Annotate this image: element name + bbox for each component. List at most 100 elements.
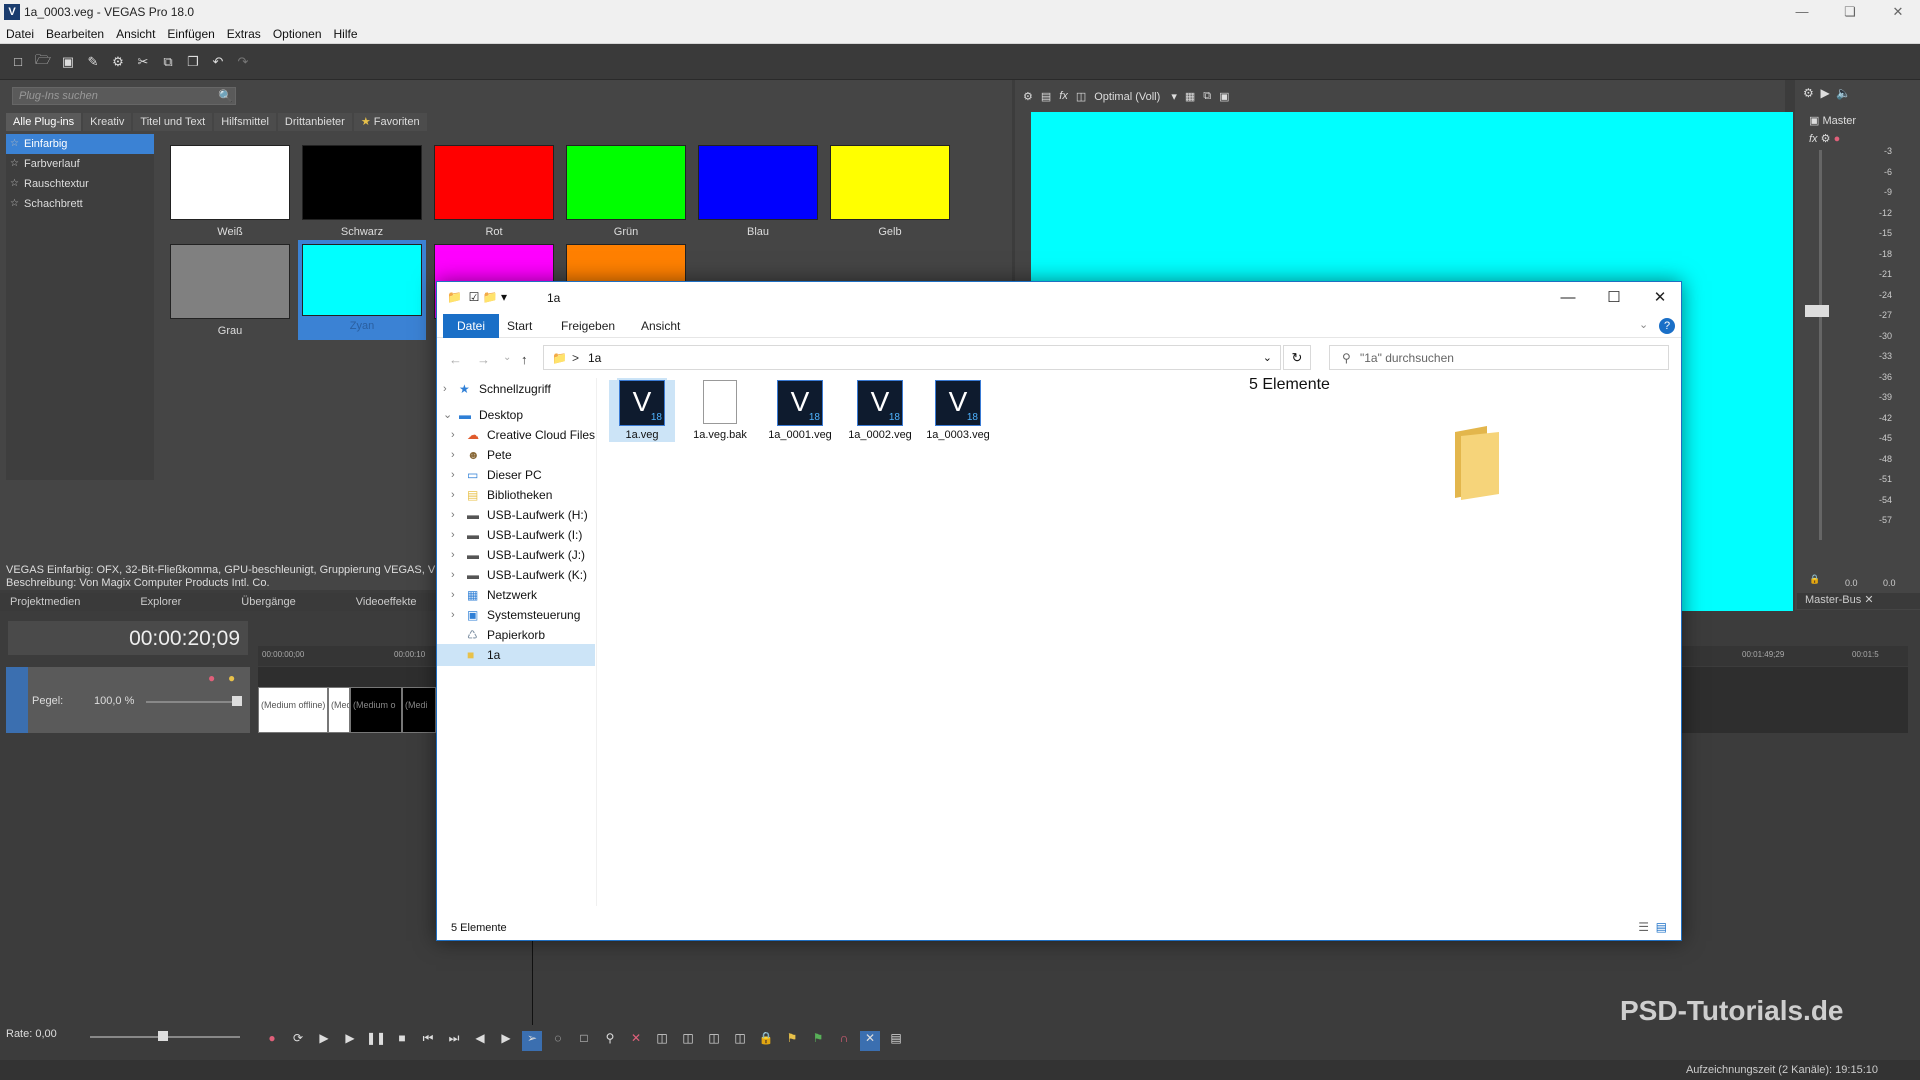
tree-item[interactable]: › ▤ Bibliotheken xyxy=(437,484,595,506)
ribbon-tab-start[interactable]: Start xyxy=(493,314,546,338)
chevron-right-icon[interactable]: › xyxy=(451,584,455,606)
chevron-down-icon[interactable]: ▾ xyxy=(501,290,507,304)
master-bus-tab[interactable]: Master-Bus ✕ xyxy=(1797,593,1920,609)
video-track-header[interactable]: ● ● Pegel: 100,0 % xyxy=(6,667,250,733)
split-screen-icon[interactable]: ◫ xyxy=(1076,90,1086,103)
menu-hilfe[interactable]: Hilfe xyxy=(334,27,358,41)
tree-item[interactable]: ⌄ ▬ Desktop xyxy=(437,404,595,426)
tree-item[interactable]: ♺ Papierkorb xyxy=(437,624,595,646)
chevron-right-icon[interactable]: › xyxy=(443,378,447,400)
tab-titel-und-text[interactable]: Titel und Text xyxy=(133,113,213,131)
preset-rot[interactable]: Rot xyxy=(434,145,554,241)
tab-projektmedien[interactable]: Projektmedien xyxy=(0,594,90,610)
tree-item[interactable]: › ☁ Creative Cloud Files xyxy=(437,424,595,446)
menu-bearbeiten[interactable]: Bearbeiten xyxy=(46,27,104,41)
auto-crossfade-icon[interactable]: ✕ xyxy=(860,1031,880,1051)
tab-alle-plugins[interactable]: Alle Plug-ins xyxy=(6,113,82,131)
zoom-tool-icon[interactable]: ⚲ xyxy=(600,1031,620,1051)
search-input[interactable]: ⚲ "1a" durchsuchen xyxy=(1329,345,1669,370)
tab-uebergaenge[interactable]: Übergänge xyxy=(231,594,305,610)
tree-item[interactable]: › ☻ Pete xyxy=(437,444,595,466)
preset-grau[interactable]: Grau xyxy=(170,244,290,340)
ribbon-tab-datei[interactable]: Datei xyxy=(443,314,500,338)
clip[interactable]: (Medium offline) xyxy=(258,687,328,733)
chevron-right-icon[interactable]: › xyxy=(451,564,455,586)
chevron-right-icon[interactable]: › xyxy=(451,424,455,446)
pause-icon[interactable]: ❚❚ xyxy=(366,1031,386,1051)
selection-tool-icon[interactable]: □ xyxy=(574,1031,594,1051)
stop-icon[interactable]: ■ xyxy=(392,1031,412,1051)
breadcrumb-1a[interactable]: 1a xyxy=(588,351,601,365)
go-to-end-icon[interactable]: ⏭ xyxy=(444,1031,464,1051)
chevron-down-icon[interactable]: ⌄ xyxy=(1263,351,1272,364)
open-icon[interactable]: 🗁 xyxy=(33,52,53,72)
chevron-right-icon[interactable]: › xyxy=(451,524,455,546)
chevron-right-icon[interactable]: › xyxy=(451,464,455,486)
render-icon[interactable]: ✎ xyxy=(83,52,103,72)
preset-blau[interactable]: Blau xyxy=(698,145,818,241)
save-icon[interactable]: ▣ xyxy=(58,52,78,72)
undo-icon[interactable]: ↶ xyxy=(208,52,228,72)
next-frame-icon[interactable]: ▶ xyxy=(496,1031,516,1051)
tab-favoriten[interactable]: ★ Favoriten xyxy=(353,113,427,131)
preset-gruen[interactable]: Grün xyxy=(566,145,686,241)
tree-item[interactable]: › ▬ USB-Laufwerk (H:) xyxy=(437,504,595,526)
cut-icon[interactable]: ✂ xyxy=(133,52,153,72)
fx-icon[interactable]: fx xyxy=(1059,90,1068,102)
up-icon[interactable]: ↑ xyxy=(521,352,528,367)
back-icon[interactable]: ← xyxy=(449,352,462,367)
grid-icon[interactable]: ▦ xyxy=(1185,90,1195,103)
record-icon[interactable]: ● xyxy=(262,1031,282,1051)
forward-icon[interactable]: → xyxy=(477,352,490,367)
file-item[interactable]: V 18 1a.veg xyxy=(609,378,675,442)
menu-datei[interactable]: Datei xyxy=(6,27,34,41)
tree-item[interactable]: › ▬ USB-Laufwerk (J:) xyxy=(437,544,595,566)
recent-chevron-icon[interactable]: ⌄ xyxy=(503,352,511,363)
preset-schwarz[interactable]: Schwarz xyxy=(302,145,422,241)
preset-weiss[interactable]: Weiß xyxy=(170,145,290,241)
minimize-button[interactable]: — xyxy=(1545,282,1591,314)
plugin-item-einfarbig[interactable]: ☆ Einfarbig xyxy=(6,134,154,154)
lock-icon[interactable]: 🔒 xyxy=(756,1031,776,1051)
clip[interactable]: (Med xyxy=(328,687,350,733)
copy-icon[interactable]: ⧉ xyxy=(158,52,178,72)
region-icon[interactable]: ⚑ xyxy=(808,1031,828,1051)
external-monitor-icon[interactable]: ▤ xyxy=(1041,90,1051,103)
chevron-right-icon[interactable]: › xyxy=(451,444,455,466)
level-slider-handle[interactable] xyxy=(232,696,242,706)
paste-icon[interactable]: ❐ xyxy=(183,52,203,72)
close-button[interactable]: ✕ xyxy=(1882,2,1914,22)
tab-drittanbieter[interactable]: Drittanbieter xyxy=(277,113,352,131)
plugin-item-schachbrett[interactable]: ☆ Schachbrett xyxy=(6,194,154,214)
tab-hilfsmittel[interactable]: Hilfsmittel xyxy=(214,113,276,131)
chevron-right-icon[interactable]: › xyxy=(451,484,455,506)
tree-item[interactable]: › ▬ USB-Laufwerk (K:) xyxy=(437,564,595,586)
ribbon-tab-freigeben[interactable]: Freigeben xyxy=(547,314,629,338)
minimize-button[interactable]: — xyxy=(1786,2,1818,22)
plugin-item-farbverlauf[interactable]: ☆ Farbverlauf xyxy=(6,154,154,174)
close-icon[interactable]: ✕ xyxy=(1864,594,1873,606)
lock-icon[interactable]: 🔒 xyxy=(1809,574,1820,585)
tree-item[interactable]: › ★ Schnellzugriff xyxy=(437,378,595,400)
trim-icon[interactable]: ◫ xyxy=(652,1031,672,1051)
tree-item[interactable]: › ▭ Dieser PC xyxy=(437,464,595,486)
tab-videoeffekte[interactable]: Videoeffekte xyxy=(346,594,427,610)
plugin-item-rauschtextur[interactable]: ☆ Rauschtextur xyxy=(6,174,154,194)
ripple-icon[interactable]: ▤ xyxy=(886,1031,906,1051)
loop-icon[interactable]: ⟳ xyxy=(288,1031,308,1051)
chevron-right-icon[interactable]: › xyxy=(451,544,455,566)
save-snapshot-icon[interactable]: ▣ xyxy=(1219,90,1229,103)
menu-einfuegen[interactable]: Einfügen xyxy=(167,27,214,41)
clip[interactable]: (Medi xyxy=(402,687,436,733)
quality-dropdown[interactable]: Optimal (Voll) ▾ xyxy=(1094,90,1177,103)
properties-icon[interactable]: ⚙ xyxy=(108,52,128,72)
track-number[interactable] xyxy=(6,667,28,733)
redo-icon[interactable]: ↷ xyxy=(233,52,253,72)
level-slider[interactable] xyxy=(146,701,236,703)
preset-gelb[interactable]: Gelb xyxy=(830,145,950,241)
split-icon[interactable]: ◫ xyxy=(730,1031,750,1051)
snap-icon[interactable]: ∩ xyxy=(834,1031,854,1051)
ribbon-tab-ansicht[interactable]: Ansicht xyxy=(627,314,694,338)
help-icon[interactable]: ? xyxy=(1659,318,1675,334)
trim-start-icon[interactable]: ◫ xyxy=(678,1031,698,1051)
